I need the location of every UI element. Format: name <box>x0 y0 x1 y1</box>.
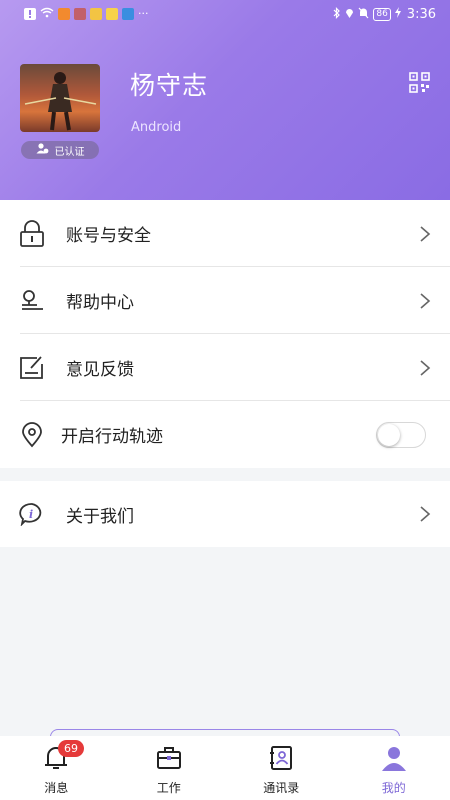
app-icon <box>58 8 70 20</box>
user-name: 杨守志 <box>130 71 209 100</box>
map-pin-icon <box>18 421 46 449</box>
status-bar-right: 86 3:36 <box>333 7 436 22</box>
menu-item-account-security[interactable]: 账号与安全 <box>0 200 450 267</box>
status-bar: ··· 86 3:36 <box>0 0 450 28</box>
tab-label: 消息 <box>44 781 69 795</box>
menu-item-help-center[interactable]: 帮助中心 <box>0 267 450 334</box>
edit-feedback-icon <box>18 354 46 382</box>
chevron-right-icon <box>418 225 432 243</box>
app-icon <box>106 8 118 20</box>
contacts-book-icon <box>267 744 295 772</box>
status-bar-left: ··· <box>24 7 149 21</box>
about-label: 关于我们 <box>66 506 134 527</box>
activity-track-toggle[interactable] <box>376 421 426 448</box>
menu-item-label: 意见反馈 <box>66 360 134 380</box>
tab-messages[interactable]: 69 消息 <box>0 736 113 800</box>
mute-icon <box>358 7 369 22</box>
qr-code-icon[interactable] <box>409 72 430 93</box>
user-subtitle: Android <box>131 120 182 135</box>
wifi-icon <box>40 7 54 21</box>
menu-item-activity-track: 开启行动轨迹 <box>0 401 450 468</box>
clock: 3:36 <box>406 6 436 22</box>
location-pin-icon <box>18 287 46 315</box>
app-icon <box>74 8 86 20</box>
menu-item-about-us[interactable]: i 关于我们 <box>0 481 450 547</box>
chevron-right-icon <box>418 505 432 523</box>
more-dots-icon: ··· <box>138 7 149 20</box>
bluetooth-icon <box>333 6 341 22</box>
charging-icon <box>394 7 401 21</box>
person-icon <box>380 744 408 772</box>
verified-badge: 已认证 <box>21 141 99 159</box>
unread-badge: 69 <box>58 740 84 757</box>
app-icon <box>90 8 102 20</box>
tab-label: 工作 <box>156 781 181 795</box>
briefcase-icon <box>155 744 183 772</box>
bottom-tab-bar: 69 消息 工作 通讯录 我的 <box>0 736 450 800</box>
alert-icon <box>24 8 36 20</box>
tab-work[interactable]: 工作 <box>113 736 226 800</box>
chevron-right-icon <box>418 292 432 310</box>
lock-icon <box>18 219 46 248</box>
settings-menu: 账号与安全 帮助中心 意见反馈 开启行动轨迹 <box>0 200 450 468</box>
chevron-right-icon <box>418 359 432 377</box>
avatar[interactable] <box>20 64 100 132</box>
tab-contacts[interactable]: 通讯录 <box>225 736 338 800</box>
tab-label: 我的 <box>381 781 406 795</box>
toggle-knob <box>378 423 400 446</box>
battery-icon: 86 <box>373 7 391 21</box>
verified-label: 已认证 <box>54 146 85 158</box>
app-icon <box>122 8 134 20</box>
menu-item-label: 账号与安全 <box>66 226 151 246</box>
location-icon <box>345 7 354 22</box>
menu-item-label: 开启行动轨迹 <box>61 427 163 447</box>
verified-user-icon <box>36 143 49 157</box>
profile-header: ··· 86 3:36 已认证 杨守志 Android <box>0 0 450 200</box>
menu-item-feedback[interactable]: 意见反馈 <box>0 334 450 401</box>
info-bubble-icon: i <box>18 500 46 528</box>
menu-item-label: 帮助中心 <box>66 293 134 313</box>
tab-mine[interactable]: 我的 <box>338 736 450 800</box>
svg-text:i: i <box>29 508 33 521</box>
tab-label: 通讯录 <box>263 781 300 795</box>
